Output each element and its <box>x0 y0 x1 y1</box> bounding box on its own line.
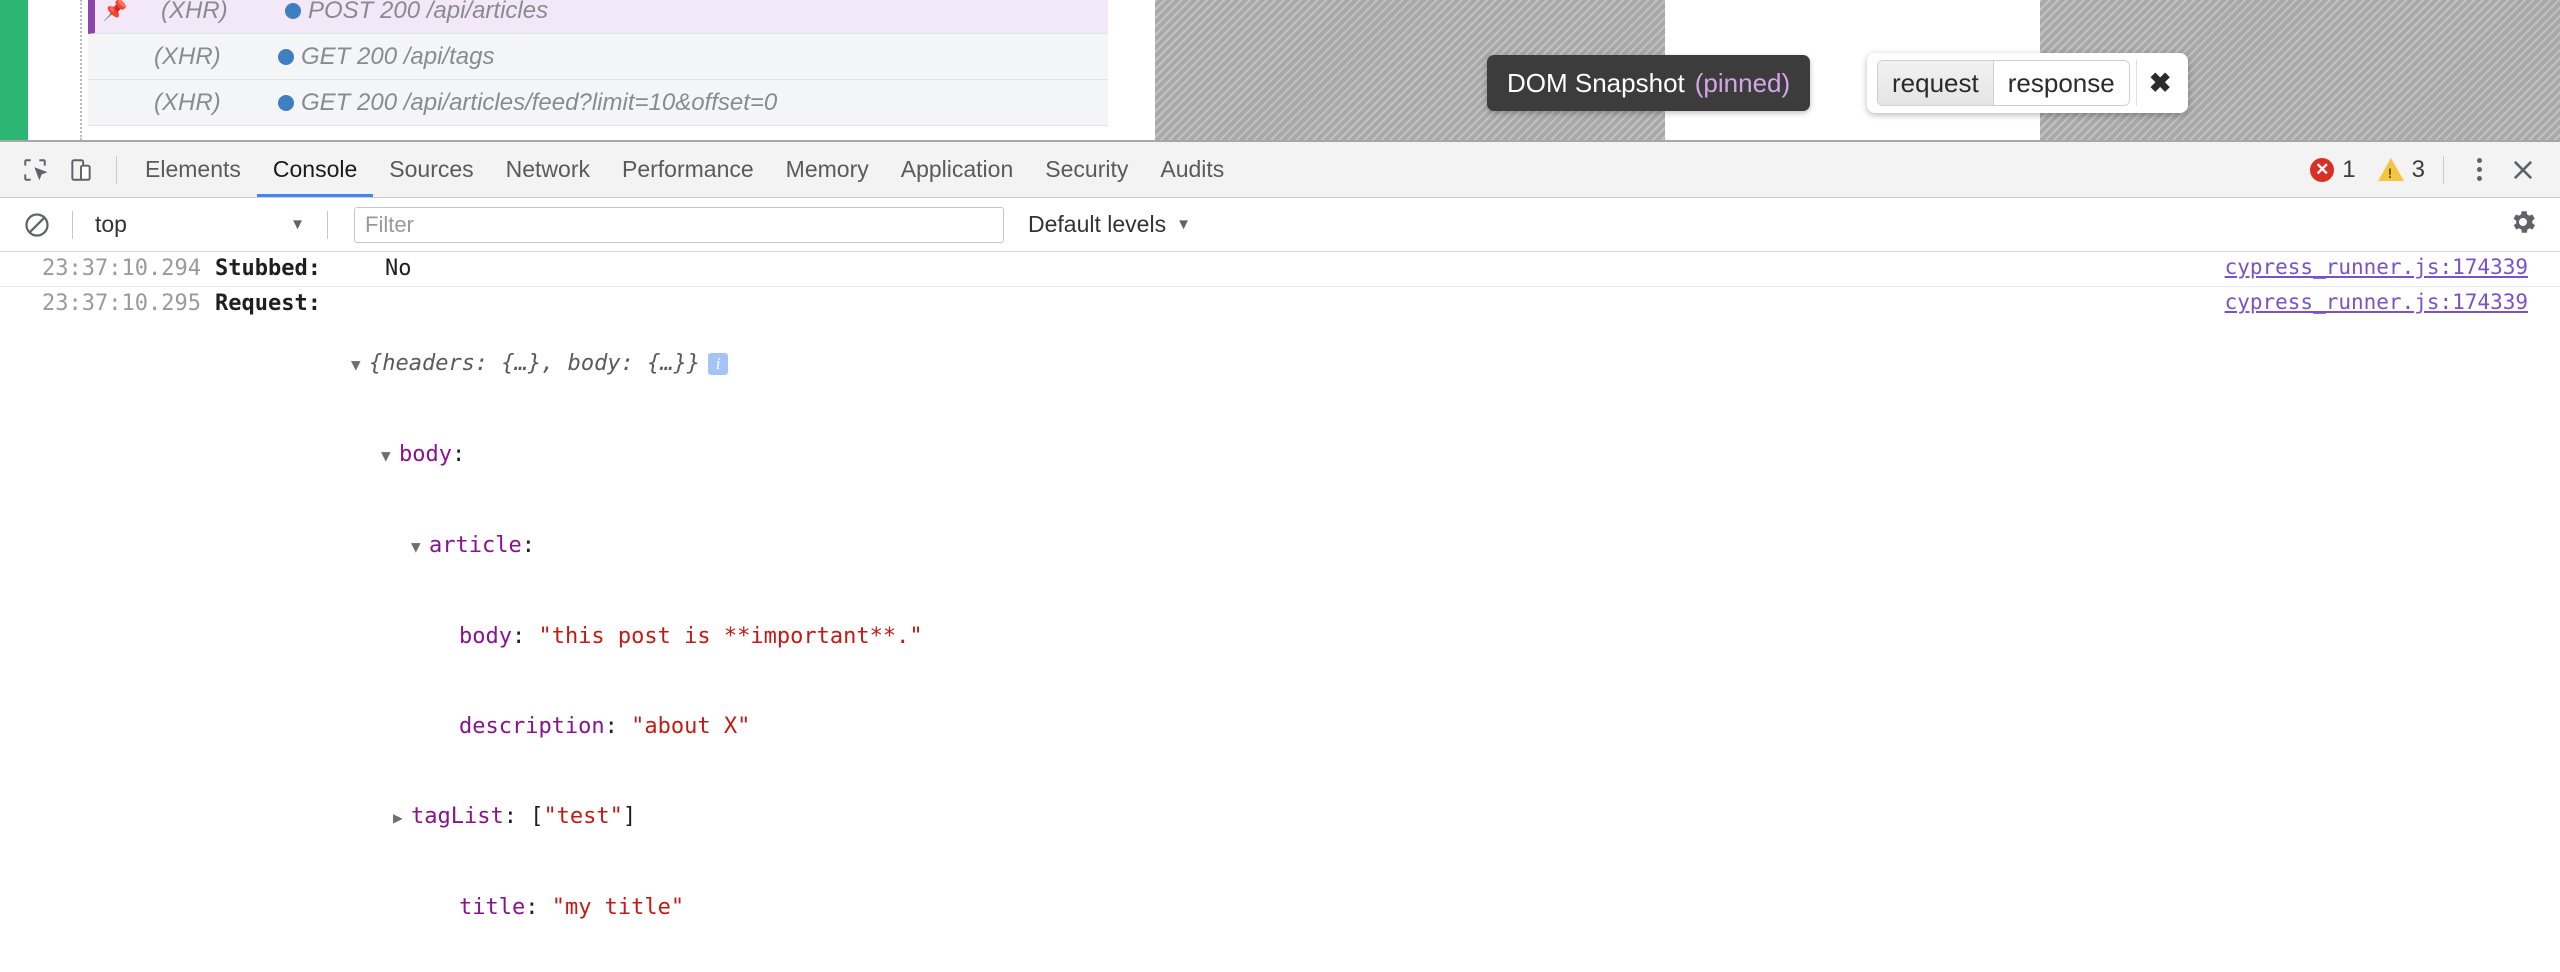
property-value: "this post is **important**." <box>538 624 923 649</box>
console-filter-bar: top ▼ Default levels ▼ <box>0 198 2560 252</box>
source-link[interactable]: cypress_runner.js:174339 <box>2225 290 2528 314</box>
property-key: description <box>458 714 605 739</box>
inspect-element-icon[interactable] <box>12 147 58 193</box>
toolbar-separator <box>327 210 328 239</box>
filter-input[interactable] <box>354 206 1004 243</box>
devtools-tabbar-right: ✕ 1 3 <box>2310 147 2560 193</box>
error-count-value: 1 <box>2342 155 2356 183</box>
test-runner-strip: 📌 (XHR) POST 200 /api/articles 📌 (XHR) G… <box>0 0 2560 140</box>
tree-row-body[interactable]: body: <box>0 410 2560 501</box>
property-value: "about X" <box>631 714 751 739</box>
status-dot-icon <box>285 2 301 19</box>
dom-snapshot-pinned-label: (pinned) <box>1694 67 1791 98</box>
property-key: tagList <box>410 804 504 829</box>
runner-gutter <box>28 0 80 140</box>
disclosure-triangle-icon[interactable] <box>411 532 429 562</box>
execution-context-select[interactable]: top ▼ <box>85 211 315 238</box>
command-text: GET 200 /api/articles/feed?limit=10&offs… <box>301 88 778 116</box>
pin-icon: 📌 <box>102 0 128 22</box>
toolbar-separator <box>72 210 73 239</box>
tab-network[interactable]: Network <box>490 142 606 197</box>
tree-row-title: title: "my title" <box>458 895 685 920</box>
devtools-tabbar: Elements Console Sources Network Perform… <box>0 142 2560 198</box>
tab-elements[interactable]: Elements <box>129 142 257 197</box>
array-open-bracket: [ <box>530 804 544 829</box>
warning-icon <box>2377 158 2404 181</box>
property-key: article <box>428 533 522 558</box>
property-value: "my title" <box>551 895 685 920</box>
status-dot-icon <box>278 94 294 111</box>
tab-performance[interactable]: Performance <box>606 142 770 197</box>
error-count[interactable]: ✕ 1 <box>2310 155 2356 184</box>
close-devtools-icon[interactable] <box>2500 147 2546 193</box>
dom-snapshot-badge: DOM Snapshot (pinned) <box>1487 55 1811 111</box>
disclosure-triangle-icon[interactable] <box>351 350 369 380</box>
tab-security[interactable]: Security <box>1029 142 1144 197</box>
dom-snapshot-label: DOM Snapshot <box>1507 67 1685 98</box>
device-toolbar-icon[interactable] <box>58 147 104 193</box>
tab-audits[interactable]: Audits <box>1144 142 1240 197</box>
property-value: "test" <box>543 804 623 829</box>
command-log-row[interactable]: 📌 (XHR) POST 200 /api/articles <box>88 0 1108 34</box>
message-timestamp: 23:37:10.294 <box>42 256 201 281</box>
snapshot-response-button[interactable]: response <box>1993 61 2129 105</box>
info-icon[interactable]: i <box>708 353 729 375</box>
console-message[interactable]: 23:37:10.295 Request: cypress_runner.js:… <box>0 287 2560 972</box>
tab-application[interactable]: Application <box>885 142 1030 197</box>
more-options-icon[interactable] <box>2462 158 2496 181</box>
tree-row-article[interactable]: article: <box>0 501 2560 592</box>
object-preview: {headers: {…}, body: {…}} <box>368 351 701 376</box>
command-log-row[interactable]: 📌 (XHR) GET 200 /api/articles/feed?limit… <box>88 80 1108 126</box>
console-message[interactable]: 23:37:10.294 Stubbed: No cypress_runner.… <box>0 252 2560 287</box>
message-value: No <box>385 256 412 281</box>
command-type: (XHR) <box>161 0 228 24</box>
runner-divider <box>80 0 82 140</box>
runner-status-bar <box>0 0 28 140</box>
settings-gear-icon[interactable] <box>2508 207 2538 242</box>
warning-count[interactable]: 3 <box>2377 155 2425 184</box>
message-label: Stubbed: <box>215 256 321 281</box>
console-output[interactable]: 23:37:10.294 Stubbed: No cypress_runner.… <box>0 252 2560 972</box>
toolbar-separator <box>2443 155 2444 184</box>
tree-row-taglist[interactable]: tagList: ["test"] <box>0 772 2560 863</box>
chevron-down-icon: ▼ <box>290 216 305 233</box>
command-log-row[interactable]: 📌 (XHR) GET 200 /api/tags <box>88 34 1108 80</box>
tree-row-proto-article[interactable]: __proto__: Object <box>0 953 2560 972</box>
devtools-panel: Elements Console Sources Network Perform… <box>0 140 2560 972</box>
log-levels-select[interactable]: Default levels ▼ <box>1028 211 1191 238</box>
array-close-bracket: ] <box>622 804 637 829</box>
error-icon: ✕ <box>2310 157 2335 182</box>
close-snapshot-icon[interactable]: ✖ <box>2135 60 2184 106</box>
snapshot-toggle-group: request response <box>1877 60 2130 106</box>
toolbar-separator <box>116 155 117 184</box>
clear-console-icon[interactable] <box>14 202 60 248</box>
disclosure-triangle-icon[interactable] <box>381 441 399 471</box>
tab-sources[interactable]: Sources <box>373 142 489 197</box>
object-preview-row[interactable]: {headers: {…}, body: {…}} i <box>0 319 2560 410</box>
log-levels-value: Default levels <box>1028 211 1167 237</box>
warning-count-value: 3 <box>2411 155 2425 183</box>
snapshot-controls: request response ✖ <box>1867 53 2188 113</box>
tree-row-description: description: "about X" <box>458 714 751 739</box>
chevron-down-icon: ▼ <box>1176 216 1191 233</box>
message-label: Request: <box>215 291 321 316</box>
property-key: title <box>458 895 526 920</box>
property-key: body <box>458 624 512 649</box>
tree-row-article-body: body: "this post is **important**." <box>458 624 923 649</box>
execution-context-value: top <box>95 211 127 237</box>
command-type: (XHR) <box>154 88 221 116</box>
source-link[interactable]: cypress_runner.js:174339 <box>2225 255 2528 279</box>
command-text: GET 200 /api/tags <box>301 42 495 70</box>
command-text: POST 200 /api/articles <box>308 0 549 24</box>
tab-console[interactable]: Console <box>257 142 373 197</box>
property-key: body <box>398 442 452 467</box>
disclosure-triangle-icon[interactable] <box>393 803 411 833</box>
message-timestamp: 23:37:10.295 <box>42 291 201 316</box>
tab-memory[interactable]: Memory <box>770 142 885 197</box>
snapshot-request-button[interactable]: request <box>1878 61 1994 105</box>
command-log-list: 📌 (XHR) POST 200 /api/articles 📌 (XHR) G… <box>88 0 1108 126</box>
command-type: (XHR) <box>154 42 221 70</box>
status-dot-icon <box>278 48 294 65</box>
